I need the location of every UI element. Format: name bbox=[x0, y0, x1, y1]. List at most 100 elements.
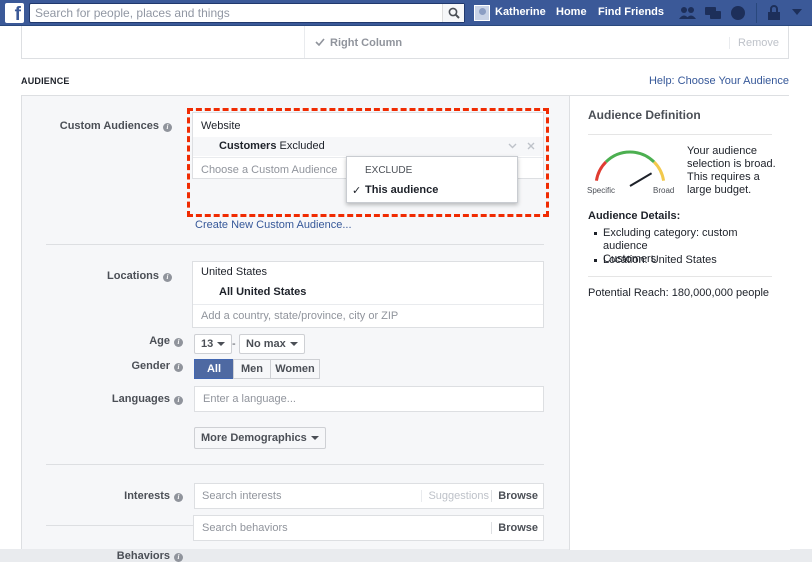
potential-reach: Potential Reach: 180,000,000 people bbox=[588, 287, 770, 299]
nav-divider bbox=[756, 3, 757, 23]
language-input-box: Enter a language... bbox=[194, 386, 544, 412]
gauge-yellow-arc bbox=[652, 160, 666, 181]
friend-requests-icon[interactable] bbox=[678, 5, 698, 21]
notifications-globe-icon[interactable] bbox=[730, 5, 746, 21]
gender-option-men[interactable]: Men bbox=[233, 359, 271, 379]
placement-card: Right Column Remove bbox=[21, 26, 789, 59]
gauge-green-arc bbox=[604, 150, 656, 164]
messages-icon[interactable] bbox=[704, 5, 722, 21]
audience-size-gauge bbox=[594, 150, 666, 187]
locations-box: United States All United States Add a co… bbox=[192, 261, 544, 328]
divider bbox=[588, 134, 772, 135]
location-country: United States bbox=[201, 266, 268, 278]
help-link[interactable]: Help: Choose Your Audience bbox=[649, 75, 789, 87]
suggestions-button[interactable]: Suggestions bbox=[421, 490, 489, 502]
gender-option-all[interactable]: All bbox=[194, 359, 234, 379]
search-input[interactable] bbox=[30, 4, 430, 22]
custom-audiences-label-text: Custom Audiences bbox=[59, 120, 159, 132]
audience-summary: Your audience selection is broad. This r… bbox=[687, 145, 787, 197]
checkmark-icon: ✓ bbox=[352, 185, 362, 197]
audience-definition-title: Audience Definition bbox=[588, 108, 701, 122]
remove-link[interactable]: Remove bbox=[729, 37, 779, 49]
find-friends-link[interactable]: Find Friends bbox=[598, 6, 664, 18]
behaviors-input[interactable]: Search behaviors bbox=[202, 522, 288, 534]
detail-line: Excluding category: custom audience bbox=[603, 227, 738, 252]
divider bbox=[46, 244, 544, 245]
summary-line: This requires a bbox=[687, 171, 760, 183]
chevron-down-icon bbox=[289, 342, 298, 346]
info-icon[interactable]: i bbox=[163, 123, 172, 132]
info-icon[interactable]: i bbox=[174, 553, 183, 562]
detail-line: Location: United States bbox=[603, 254, 717, 266]
gender-label-text: Gender bbox=[131, 360, 170, 372]
age-max-select[interactable]: No max bbox=[239, 334, 305, 354]
privacy-shortcuts-icon[interactable] bbox=[766, 5, 782, 21]
dropdown-option-label: This audience bbox=[365, 184, 439, 196]
more-demographics-label: More Demographics bbox=[201, 432, 307, 444]
audience-detail-item: Location: United States bbox=[594, 254, 778, 267]
divider bbox=[588, 276, 772, 277]
language-input[interactable]: Enter a language... bbox=[203, 393, 296, 405]
age-label-text: Age bbox=[149, 335, 170, 347]
create-custom-audience-link[interactable]: Create New Custom Audience... bbox=[195, 219, 352, 231]
age-separator: - bbox=[232, 338, 236, 350]
divider bbox=[193, 304, 543, 305]
divider bbox=[46, 464, 544, 465]
profile-link[interactable]: Katherine bbox=[495, 6, 546, 18]
summary-line: selection is broad. bbox=[687, 158, 776, 170]
chevron-down-icon bbox=[310, 436, 319, 440]
behaviors-browse-button[interactable]: Browse bbox=[491, 522, 538, 534]
dropdown-option-this-audience[interactable]: ✓ This audience bbox=[347, 181, 517, 201]
age-max-value: No max bbox=[246, 338, 286, 350]
age-min-value: 13 bbox=[201, 338, 214, 350]
info-icon[interactable]: i bbox=[174, 396, 183, 405]
locations-label: Locations i bbox=[107, 270, 172, 282]
dropdown-header: EXCLUDE bbox=[365, 165, 413, 176]
gauge-needle bbox=[629, 172, 653, 187]
behaviors-label-text: Behaviors bbox=[116, 550, 170, 562]
settings-caret-icon[interactable] bbox=[792, 9, 802, 25]
summary-line: large budget. bbox=[687, 184, 752, 196]
summary-line: Your audience bbox=[687, 145, 757, 157]
behaviors-label: Behaviors i bbox=[117, 550, 183, 562]
gauge-right-label: Broad bbox=[653, 186, 675, 195]
languages-label: Languages i bbox=[112, 393, 183, 405]
info-icon[interactable]: i bbox=[163, 273, 172, 282]
location-input[interactable]: Add a country, state/province, city or Z… bbox=[201, 310, 398, 322]
locations-label-text: Locations bbox=[107, 270, 159, 282]
gauge-red-arc bbox=[594, 160, 608, 181]
interests-browse-button[interactable]: Browse bbox=[491, 490, 538, 502]
interests-label: Interests i bbox=[124, 490, 183, 502]
age-label: Age i bbox=[149, 335, 183, 347]
languages-label-text: Languages bbox=[111, 393, 170, 405]
more-demographics-button[interactable]: More Demographics bbox=[194, 427, 326, 449]
gender-option-women[interactable]: Women bbox=[270, 359, 320, 379]
info-icon[interactable]: i bbox=[174, 493, 183, 502]
info-icon[interactable]: i bbox=[174, 363, 183, 372]
top-navigation-bar: f Katherine Home Find Friends bbox=[0, 0, 812, 26]
age-min-select[interactable]: 13 bbox=[194, 334, 233, 354]
placement-row: Right Column Remove bbox=[304, 26, 789, 58]
interests-box: Search interests Suggestions Browse bbox=[194, 483, 544, 509]
audience-details-title: Audience Details: bbox=[588, 210, 681, 222]
facebook-logo[interactable]: f bbox=[5, 3, 24, 23]
checkmark-icon bbox=[315, 38, 325, 46]
avatar[interactable] bbox=[474, 5, 490, 21]
info-icon[interactable]: i bbox=[174, 338, 183, 347]
ad-create-page: Right Column Remove AUDIENCE Help: Choos… bbox=[0, 26, 812, 562]
audience-definition-panel: Audience Definition Specific Broad Your … bbox=[569, 96, 790, 550]
interests-input[interactable]: Search interests bbox=[202, 490, 281, 502]
exclude-dropdown: EXCLUDE ✓ This audience bbox=[346, 156, 518, 203]
gender-label: Gender i bbox=[131, 360, 183, 372]
location-selected: All United States bbox=[219, 286, 307, 298]
home-link[interactable]: Home bbox=[556, 6, 587, 18]
custom-audiences-label: Custom Audiences i bbox=[60, 120, 172, 132]
gauge-left-label: Specific bbox=[587, 186, 616, 195]
interests-label-text: Interests bbox=[124, 490, 170, 502]
chevron-down-icon bbox=[217, 342, 226, 346]
search-box bbox=[29, 3, 465, 23]
placement-label: Right Column bbox=[330, 37, 403, 49]
search-icon bbox=[448, 7, 460, 19]
search-button[interactable] bbox=[442, 4, 464, 22]
section-title: AUDIENCE bbox=[21, 76, 70, 86]
